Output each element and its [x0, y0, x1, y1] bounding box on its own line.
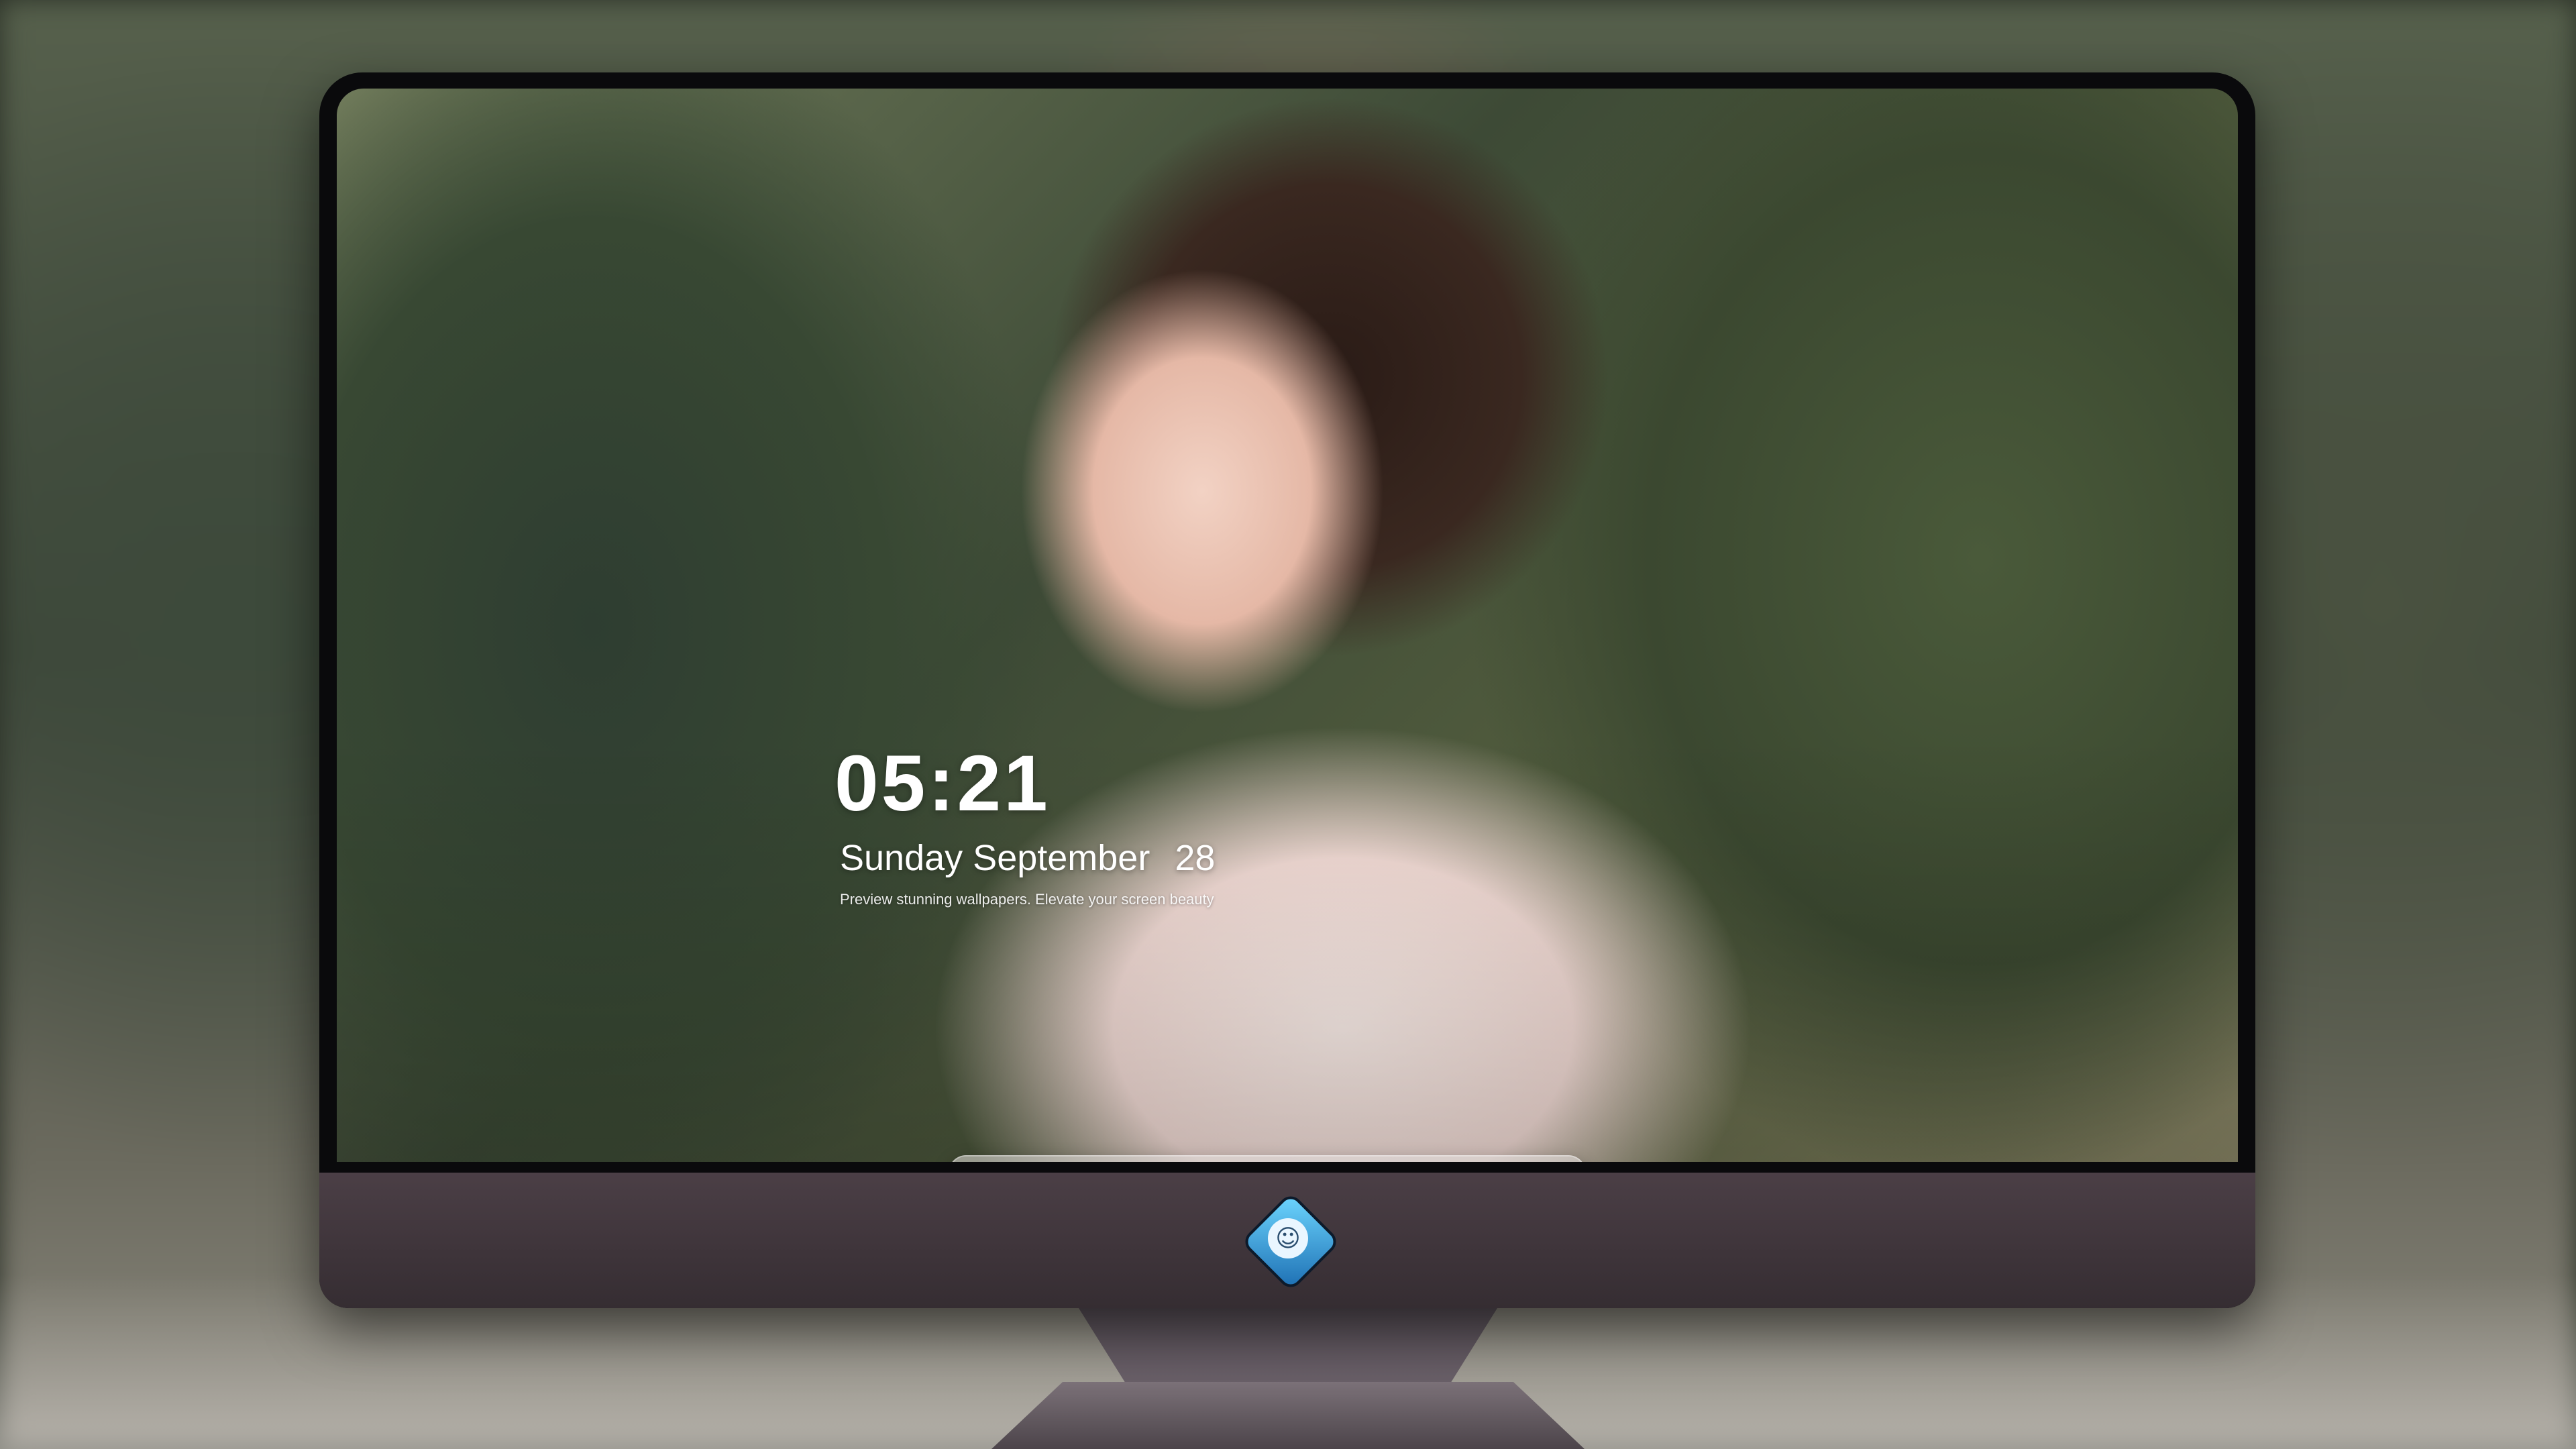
- lock-screen[interactable]: 05:21 Sunday September 28 Preview stunni…: [337, 89, 2238, 1162]
- weekday-label: Sunday: [840, 838, 963, 878]
- lock-clock: 05:21: [835, 739, 1051, 828]
- monitor-stand-base: [991, 1382, 1585, 1449]
- month-label: September: [973, 838, 1150, 878]
- monitor-frame: 05:21 Sunday September 28 Preview stunni…: [319, 72, 2255, 1308]
- wallpaper-tagline: Preview stunning wallpapers. Elevate you…: [840, 891, 1214, 908]
- wallpaper-photo: [337, 89, 2238, 1162]
- lock-date: Sunday September 28: [840, 837, 1215, 879]
- dock: 💬☁🕒🖼🎬≡▦♫A📷: [949, 1155, 1586, 1162]
- brand-mascot-icon: ☺: [1268, 1218, 1308, 1258]
- day-number: 28: [1175, 838, 1216, 878]
- monitor-stand-neck: [1079, 1308, 1497, 1389]
